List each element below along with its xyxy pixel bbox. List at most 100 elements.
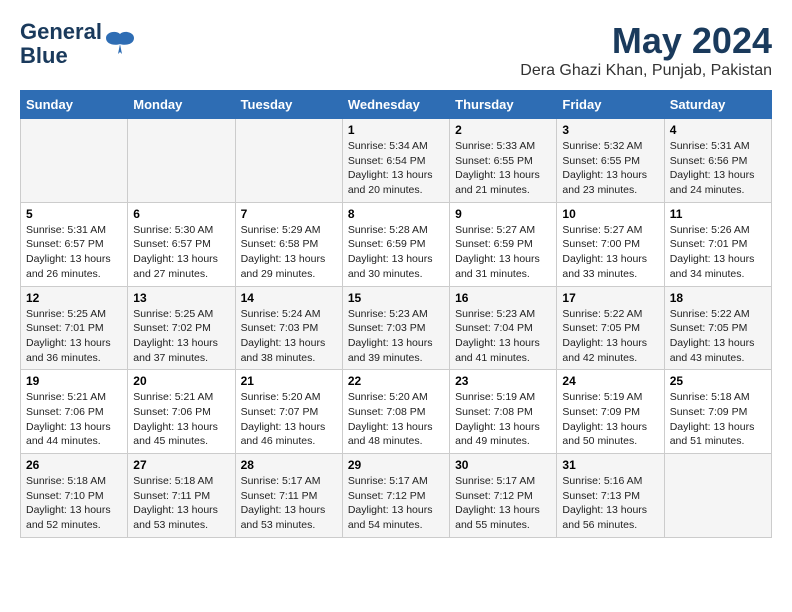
calendar-week-row: 1 Sunrise: 5:34 AMSunset: 6:54 PMDayligh… xyxy=(21,119,772,203)
day-info: Sunrise: 5:34 AMSunset: 6:54 PMDaylight:… xyxy=(348,140,433,196)
day-number: 15 xyxy=(348,291,444,305)
calendar-table: SundayMondayTuesdayWednesdayThursdayFrid… xyxy=(20,90,772,538)
day-number: 5 xyxy=(26,207,122,221)
calendar-cell: 20 Sunrise: 5:21 AMSunset: 7:06 PMDaylig… xyxy=(128,370,235,454)
day-number: 19 xyxy=(26,374,122,388)
day-info: Sunrise: 5:18 AMSunset: 7:09 PMDaylight:… xyxy=(670,391,755,447)
day-info: Sunrise: 5:27 AMSunset: 7:00 PMDaylight:… xyxy=(562,224,647,280)
title-area: May 2024 Dera Ghazi Khan, Punjab, Pakist… xyxy=(520,20,772,80)
day-info: Sunrise: 5:16 AMSunset: 7:13 PMDaylight:… xyxy=(562,475,647,531)
day-number: 17 xyxy=(562,291,658,305)
day-info: Sunrise: 5:28 AMSunset: 6:59 PMDaylight:… xyxy=(348,224,433,280)
day-info: Sunrise: 5:18 AMSunset: 7:10 PMDaylight:… xyxy=(26,475,111,531)
calendar-cell: 6 Sunrise: 5:30 AMSunset: 6:57 PMDayligh… xyxy=(128,202,235,286)
day-info: Sunrise: 5:21 AMSunset: 7:06 PMDaylight:… xyxy=(26,391,111,447)
calendar-cell: 14 Sunrise: 5:24 AMSunset: 7:03 PMDaylig… xyxy=(235,286,342,370)
day-number: 13 xyxy=(133,291,229,305)
day-number: 21 xyxy=(241,374,337,388)
calendar-header-row: SundayMondayTuesdayWednesdayThursdayFrid… xyxy=(21,91,772,119)
day-header-sunday: Sunday xyxy=(21,91,128,119)
calendar-cell xyxy=(235,119,342,203)
day-header-friday: Friday xyxy=(557,91,664,119)
day-number: 14 xyxy=(241,291,337,305)
calendar-cell: 18 Sunrise: 5:22 AMSunset: 7:05 PMDaylig… xyxy=(664,286,771,370)
day-info: Sunrise: 5:25 AMSunset: 7:01 PMDaylight:… xyxy=(26,308,111,364)
day-number: 28 xyxy=(241,458,337,472)
calendar-week-row: 12 Sunrise: 5:25 AMSunset: 7:01 PMDaylig… xyxy=(21,286,772,370)
day-info: Sunrise: 5:19 AMSunset: 7:09 PMDaylight:… xyxy=(562,391,647,447)
day-number: 11 xyxy=(670,207,766,221)
day-number: 30 xyxy=(455,458,551,472)
day-info: Sunrise: 5:20 AMSunset: 7:08 PMDaylight:… xyxy=(348,391,433,447)
day-number: 1 xyxy=(348,123,444,137)
logo-bird-icon xyxy=(104,30,136,58)
day-info: Sunrise: 5:31 AMSunset: 6:57 PMDaylight:… xyxy=(26,224,111,280)
calendar-cell: 8 Sunrise: 5:28 AMSunset: 6:59 PMDayligh… xyxy=(342,202,449,286)
calendar-cell: 27 Sunrise: 5:18 AMSunset: 7:11 PMDaylig… xyxy=(128,454,235,538)
calendar-title: May 2024 xyxy=(520,20,772,62)
day-number: 16 xyxy=(455,291,551,305)
calendar-cell xyxy=(128,119,235,203)
day-number: 3 xyxy=(562,123,658,137)
day-info: Sunrise: 5:22 AMSunset: 7:05 PMDaylight:… xyxy=(670,308,755,364)
day-info: Sunrise: 5:23 AMSunset: 7:03 PMDaylight:… xyxy=(348,308,433,364)
day-info: Sunrise: 5:17 AMSunset: 7:12 PMDaylight:… xyxy=(348,475,433,531)
calendar-cell: 26 Sunrise: 5:18 AMSunset: 7:10 PMDaylig… xyxy=(21,454,128,538)
day-info: Sunrise: 5:23 AMSunset: 7:04 PMDaylight:… xyxy=(455,308,540,364)
calendar-week-row: 5 Sunrise: 5:31 AMSunset: 6:57 PMDayligh… xyxy=(21,202,772,286)
calendar-cell: 22 Sunrise: 5:20 AMSunset: 7:08 PMDaylig… xyxy=(342,370,449,454)
day-header-wednesday: Wednesday xyxy=(342,91,449,119)
day-number: 26 xyxy=(26,458,122,472)
day-number: 8 xyxy=(348,207,444,221)
day-number: 20 xyxy=(133,374,229,388)
day-info: Sunrise: 5:29 AMSunset: 6:58 PMDaylight:… xyxy=(241,224,326,280)
calendar-cell: 13 Sunrise: 5:25 AMSunset: 7:02 PMDaylig… xyxy=(128,286,235,370)
calendar-cell: 28 Sunrise: 5:17 AMSunset: 7:11 PMDaylig… xyxy=(235,454,342,538)
calendar-cell: 15 Sunrise: 5:23 AMSunset: 7:03 PMDaylig… xyxy=(342,286,449,370)
calendar-cell: 30 Sunrise: 5:17 AMSunset: 7:12 PMDaylig… xyxy=(450,454,557,538)
day-number: 25 xyxy=(670,374,766,388)
day-number: 18 xyxy=(670,291,766,305)
calendar-cell: 2 Sunrise: 5:33 AMSunset: 6:55 PMDayligh… xyxy=(450,119,557,203)
day-info: Sunrise: 5:27 AMSunset: 6:59 PMDaylight:… xyxy=(455,224,540,280)
day-number: 12 xyxy=(26,291,122,305)
logo: General Blue xyxy=(20,20,136,68)
day-number: 4 xyxy=(670,123,766,137)
day-number: 27 xyxy=(133,458,229,472)
day-info: Sunrise: 5:17 AMSunset: 7:12 PMDaylight:… xyxy=(455,475,540,531)
calendar-cell: 10 Sunrise: 5:27 AMSunset: 7:00 PMDaylig… xyxy=(557,202,664,286)
day-info: Sunrise: 5:21 AMSunset: 7:06 PMDaylight:… xyxy=(133,391,218,447)
day-header-saturday: Saturday xyxy=(664,91,771,119)
day-info: Sunrise: 5:19 AMSunset: 7:08 PMDaylight:… xyxy=(455,391,540,447)
calendar-cell: 7 Sunrise: 5:29 AMSunset: 6:58 PMDayligh… xyxy=(235,202,342,286)
calendar-cell: 12 Sunrise: 5:25 AMSunset: 7:01 PMDaylig… xyxy=(21,286,128,370)
calendar-cell: 23 Sunrise: 5:19 AMSunset: 7:08 PMDaylig… xyxy=(450,370,557,454)
page-header: General Blue May 2024 Dera Ghazi Khan, P… xyxy=(20,20,772,80)
calendar-cell: 11 Sunrise: 5:26 AMSunset: 7:01 PMDaylig… xyxy=(664,202,771,286)
calendar-cell: 1 Sunrise: 5:34 AMSunset: 6:54 PMDayligh… xyxy=(342,119,449,203)
day-number: 31 xyxy=(562,458,658,472)
day-info: Sunrise: 5:25 AMSunset: 7:02 PMDaylight:… xyxy=(133,308,218,364)
calendar-cell: 4 Sunrise: 5:31 AMSunset: 6:56 PMDayligh… xyxy=(664,119,771,203)
calendar-cell: 31 Sunrise: 5:16 AMSunset: 7:13 PMDaylig… xyxy=(557,454,664,538)
calendar-subtitle: Dera Ghazi Khan, Punjab, Pakistan xyxy=(520,62,772,80)
day-info: Sunrise: 5:33 AMSunset: 6:55 PMDaylight:… xyxy=(455,140,540,196)
calendar-cell: 17 Sunrise: 5:22 AMSunset: 7:05 PMDaylig… xyxy=(557,286,664,370)
calendar-cell xyxy=(664,454,771,538)
calendar-cell: 3 Sunrise: 5:32 AMSunset: 6:55 PMDayligh… xyxy=(557,119,664,203)
day-number: 22 xyxy=(348,374,444,388)
day-number: 29 xyxy=(348,458,444,472)
day-header-tuesday: Tuesday xyxy=(235,91,342,119)
day-number: 2 xyxy=(455,123,551,137)
day-info: Sunrise: 5:20 AMSunset: 7:07 PMDaylight:… xyxy=(241,391,326,447)
day-info: Sunrise: 5:26 AMSunset: 7:01 PMDaylight:… xyxy=(670,224,755,280)
day-info: Sunrise: 5:22 AMSunset: 7:05 PMDaylight:… xyxy=(562,308,647,364)
day-number: 23 xyxy=(455,374,551,388)
day-number: 24 xyxy=(562,374,658,388)
day-info: Sunrise: 5:18 AMSunset: 7:11 PMDaylight:… xyxy=(133,475,218,531)
calendar-cell: 9 Sunrise: 5:27 AMSunset: 6:59 PMDayligh… xyxy=(450,202,557,286)
day-info: Sunrise: 5:32 AMSunset: 6:55 PMDaylight:… xyxy=(562,140,647,196)
day-info: Sunrise: 5:30 AMSunset: 6:57 PMDaylight:… xyxy=(133,224,218,280)
calendar-cell: 5 Sunrise: 5:31 AMSunset: 6:57 PMDayligh… xyxy=(21,202,128,286)
calendar-cell: 25 Sunrise: 5:18 AMSunset: 7:09 PMDaylig… xyxy=(664,370,771,454)
